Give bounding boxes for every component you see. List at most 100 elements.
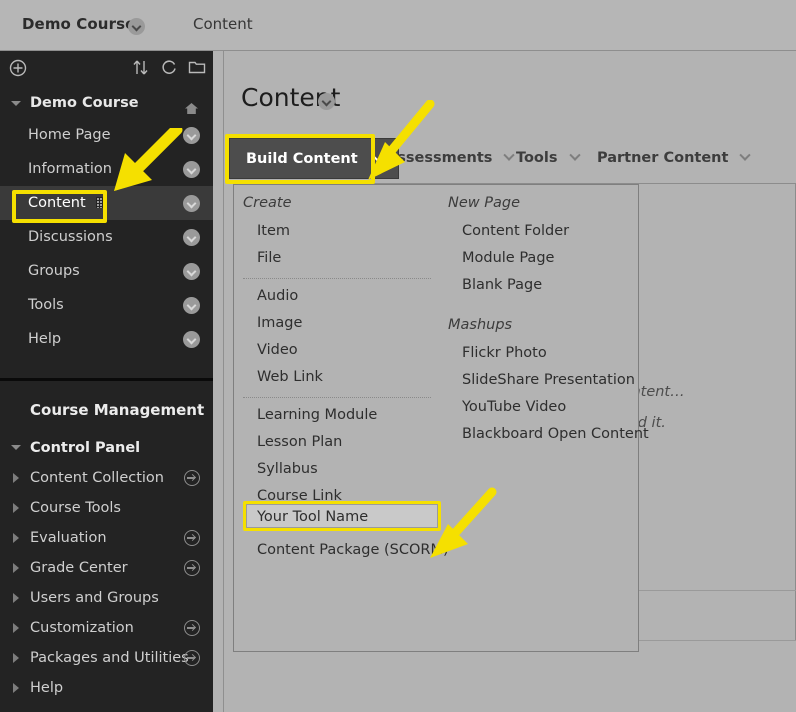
menu-item-slideshare-presentation[interactable]: SlideShare Presentation — [462, 372, 635, 388]
tab-assessments[interactable]: Assessments — [386, 149, 516, 166]
menu-item-lesson-plan[interactable]: Lesson Plan — [257, 434, 342, 450]
chevron-down-icon[interactable] — [183, 127, 200, 144]
chevron-down-icon[interactable] — [183, 263, 200, 280]
menu-item-file[interactable]: File — [257, 250, 281, 266]
arrow-right-circle-icon[interactable] — [184, 560, 200, 576]
tab-label: Partner Content — [597, 150, 729, 166]
menu-item-web-link[interactable]: Web Link — [257, 369, 323, 385]
plus-circle-icon[interactable] — [8, 58, 28, 82]
course-management-panel: Course Management Control Panel Content … — [0, 381, 213, 703]
triangle-right-icon — [13, 653, 19, 663]
arrow-right-circle-icon[interactable] — [184, 620, 200, 636]
chevron-down-icon[interactable] — [318, 93, 335, 110]
triangle-right-icon — [13, 683, 19, 693]
mgmt-item-grade-center[interactable]: Grade Center — [0, 553, 213, 583]
triangle-down-icon — [11, 445, 21, 450]
course-menu-title[interactable]: Demo Course — [0, 89, 213, 118]
sidebar-item-information[interactable]: Information — [0, 152, 213, 186]
menu-item-audio[interactable]: Audio — [257, 288, 298, 304]
triangle-right-icon — [13, 473, 19, 483]
arrow-right-circle-icon[interactable] — [184, 470, 200, 486]
triangle-right-icon — [13, 593, 19, 603]
mgmt-item-label: Help — [30, 680, 64, 696]
mgmt-item-course-tools[interactable]: Course Tools — [0, 493, 213, 523]
chevron-down-icon[interactable] — [128, 18, 145, 35]
sidebar-item-help[interactable]: Help — [0, 322, 213, 356]
triangle-right-icon — [13, 623, 19, 633]
control-panel-label: Control Panel — [30, 440, 141, 456]
chevron-down-icon — [503, 149, 516, 161]
sidebar-item-discussions[interactable]: Discussions — [0, 220, 213, 254]
breadcrumb[interactable]: Content — [193, 15, 253, 33]
control-panel-header[interactable]: Control Panel — [0, 433, 213, 463]
menu-item-content-package-scorm[interactable]: Content Package (SCORM) — [257, 542, 449, 558]
menu-item-youtube-video[interactable]: YouTube Video — [462, 399, 566, 415]
chevron-down-icon[interactable] — [183, 229, 200, 246]
chevron-down-icon[interactable] — [183, 331, 200, 348]
course-management-title: Course Management — [30, 401, 205, 419]
menu-item-image[interactable]: Image — [257, 315, 302, 331]
menu-item-item[interactable]: Item — [257, 223, 290, 239]
menu-item-syllabus[interactable]: Syllabus — [257, 461, 318, 477]
highlight-box-build-content — [225, 134, 375, 184]
highlight-box-content-nav — [12, 190, 107, 223]
chevron-down-icon[interactable] — [183, 161, 200, 178]
sidebar-resize-handle[interactable] — [213, 51, 224, 712]
menu-item-learning-module[interactable]: Learning Module — [257, 407, 377, 423]
triangle-right-icon — [13, 563, 19, 573]
chevron-down-icon[interactable] — [183, 195, 200, 212]
mgmt-item-label: Packages and Utilities — [30, 650, 189, 666]
mgmt-item-content-collection[interactable]: Content Collection — [0, 463, 213, 493]
refresh-icon[interactable] — [160, 57, 178, 81]
sidebar-item-tools[interactable]: Tools — [0, 288, 213, 322]
sidebar-toolbar — [0, 51, 213, 89]
menu-item-blank-page[interactable]: Blank Page — [462, 277, 542, 293]
menu-group-label-mashups: Mashups — [448, 317, 513, 333]
menu-item-content-folder[interactable]: Content Folder — [462, 223, 569, 239]
folder-icon[interactable] — [188, 58, 206, 80]
menu-item-module-page[interactable]: Module Page — [462, 250, 554, 266]
mgmt-item-help[interactable]: Help — [0, 673, 213, 703]
mgmt-item-label: Evaluation — [30, 530, 107, 546]
mgmt-item-customization[interactable]: Customization — [0, 613, 213, 643]
arrow-right-circle-icon[interactable] — [184, 530, 200, 546]
main-content: s time to add content… functions above t… — [225, 51, 796, 712]
grid-icon — [122, 163, 134, 174]
triangle-down-icon — [11, 101, 21, 106]
chevron-down-icon — [739, 149, 752, 161]
sidebar-item-label: Tools — [28, 297, 64, 313]
tab-tools[interactable]: Tools — [516, 149, 581, 166]
menu-item-video[interactable]: Video — [257, 342, 298, 358]
sidebar-item-groups[interactable]: Groups — [0, 254, 213, 288]
home-icon[interactable] — [184, 97, 199, 114]
course-title[interactable]: Demo Course — [22, 15, 135, 33]
menu-item-blackboard-open-content[interactable]: Blackboard Open Content — [462, 426, 649, 442]
chevron-down-icon — [568, 149, 581, 161]
mgmt-item-packages-and-utilities[interactable]: Packages and Utilities — [0, 643, 213, 673]
sidebar-item-home-page[interactable]: Home Page — [0, 118, 213, 152]
mgmt-item-users-and-groups[interactable]: Users and Groups — [0, 583, 213, 613]
action-bar: Build Content Assessments Tools Partner … — [225, 134, 796, 185]
menu-item-flickr-photo[interactable]: Flickr Photo — [462, 345, 547, 361]
menu-separator — [243, 397, 431, 398]
chevron-down-icon[interactable] — [183, 297, 200, 314]
mgmt-item-label: Course Tools — [30, 500, 121, 516]
menu-group-label-create: Create — [243, 195, 292, 211]
sidebar: Demo Course Home Page Information Conten… — [0, 51, 213, 712]
build-content-menu: Create Item File Audio Image Video Web L… — [233, 184, 649, 652]
tab-label: Tools — [516, 150, 558, 166]
triangle-right-icon — [13, 503, 19, 513]
tab-partner-content[interactable]: Partner Content — [597, 149, 752, 166]
menu-group-label-new-page: New Page — [448, 195, 520, 211]
sidebar-item-label: Help — [28, 331, 62, 347]
mgmt-item-evaluation[interactable]: Evaluation — [0, 523, 213, 553]
menu-item-your-tool-name-label: Your Tool Name — [257, 509, 369, 525]
mgmt-item-label: Users and Groups — [30, 590, 159, 606]
sidebar-item-label: Home Page — [28, 127, 111, 143]
sidebar-item-label: Information — [28, 161, 112, 177]
sidebar-item-label: Groups — [28, 263, 80, 279]
sort-arrows-icon[interactable] — [131, 57, 149, 81]
course-menu-title-label: Demo Course — [30, 95, 139, 111]
arrow-right-circle-icon[interactable] — [184, 650, 200, 666]
triangle-right-icon — [13, 533, 19, 543]
